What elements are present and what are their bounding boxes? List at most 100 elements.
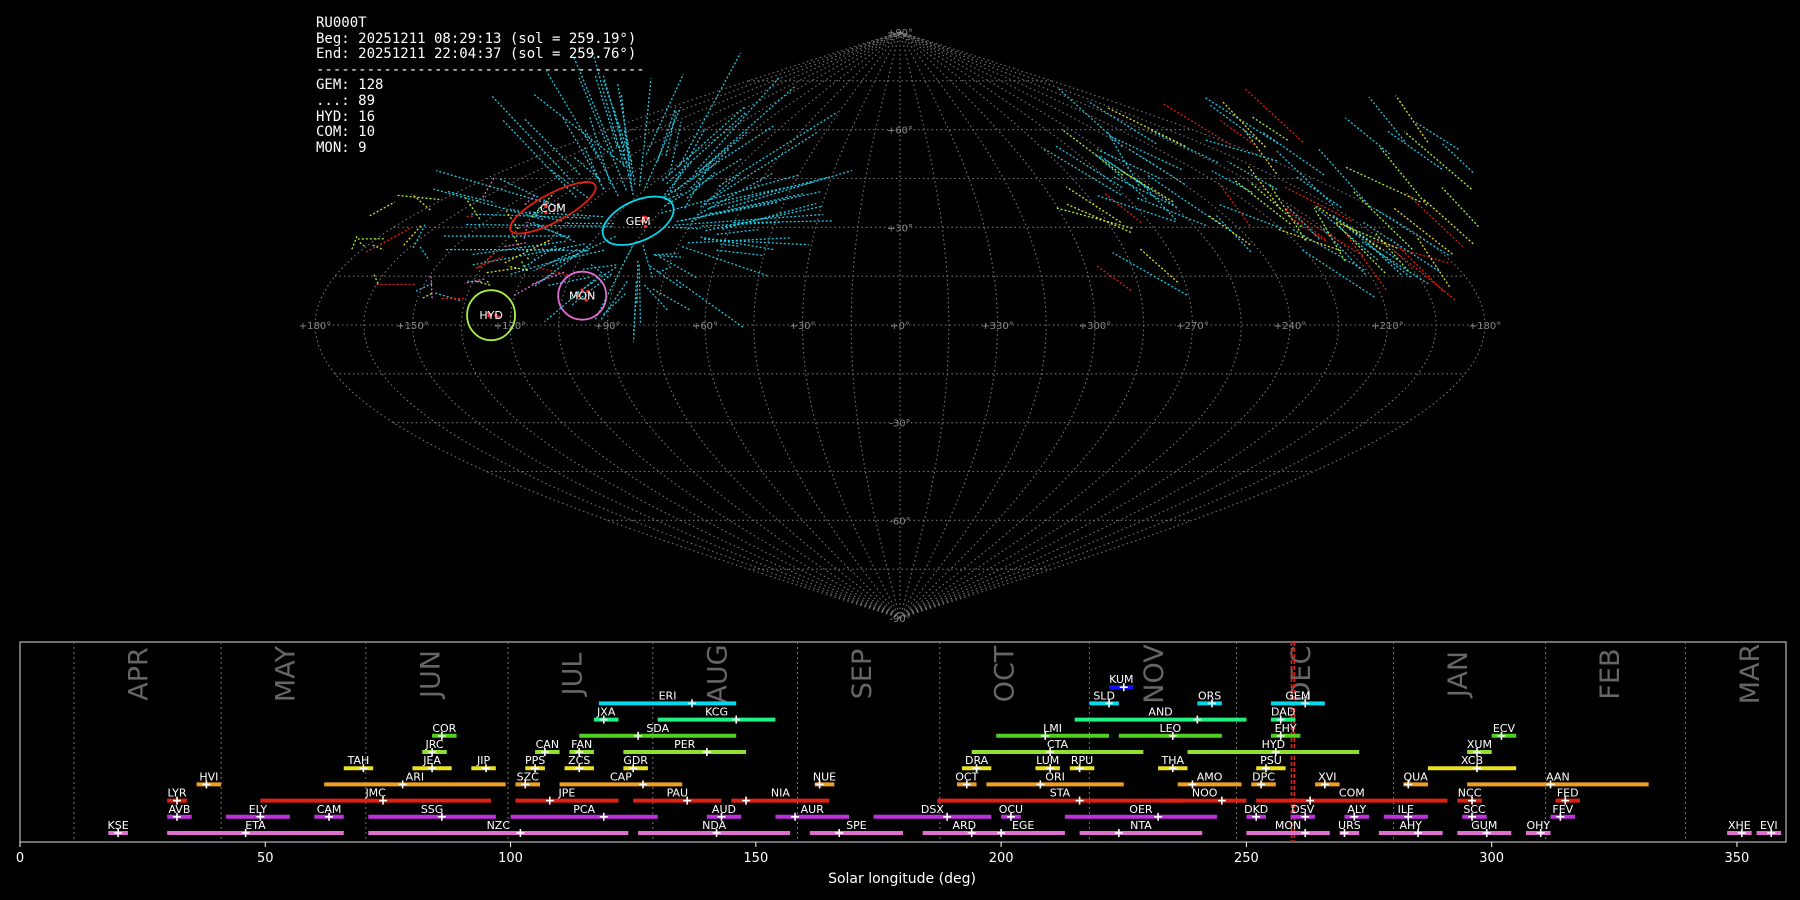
meteor-trail [1149,129,1219,164]
shower-urs: URS [1338,819,1361,837]
meteor-trail [1215,214,1252,253]
meteor-trail [659,256,697,279]
month-label: AUG [702,644,733,703]
meteor-trail [486,280,490,284]
meteor-trail [369,201,396,217]
month-label: JAN [1443,651,1474,699]
shower-dkd: DKD [1244,803,1268,821]
meteor-trail [709,131,819,201]
lon-tick-label: +240° [1274,321,1306,332]
shower-label: FAN [571,738,592,751]
shower-label: COM [1339,787,1365,800]
meteor-trail [1378,145,1428,206]
shower-label: DRA [965,754,989,767]
shower-label: RPU [1071,754,1093,767]
meteor-trail [1344,166,1421,203]
lon-tick-label: +270° [1176,321,1208,332]
meteor-trail [1291,228,1365,271]
meteor-trail [694,76,781,173]
meteor-trail [1204,96,1279,145]
meteor-trail [720,243,740,247]
meteor-trail [1106,131,1140,187]
x-tick-label: 150 [743,851,768,866]
month-label: JUN [415,650,446,700]
meteor-trail [365,227,412,253]
meteor-trail [397,194,442,201]
shower-label: OCT [955,770,978,783]
shower-ors: ORS [1197,689,1222,708]
meteor-trail [1109,135,1182,171]
shower-label: SSG [421,803,444,816]
meteor-trail [1295,175,1342,209]
lon-tick-label: +330° [981,321,1013,332]
meteor-trail [1061,128,1123,176]
meteor-trail [1055,207,1133,229]
meteor-trail [1221,100,1266,148]
meteor-trail [504,242,527,248]
meteor-trail [1361,241,1429,285]
shower-label: GDR [623,754,648,767]
shower-tah: TAH [343,754,374,773]
meteor-trail [359,241,365,247]
meteor-trail [411,193,431,211]
shower-evi: EVI [1756,819,1782,837]
shower-label: OCU [999,803,1023,816]
meteor-trail [1285,209,1326,241]
shower-label: DAD [1271,706,1295,719]
shower-label: CAN [536,738,559,751]
shower-label: PPS [525,754,545,767]
meteor-trail [699,84,797,171]
meteor-trail [1104,193,1142,224]
month-label: SEP [847,649,878,699]
lat-tick-label: +30° [887,223,913,234]
lat-tick-label: +90° [887,28,913,39]
shower-label: NZC [487,819,511,832]
meteor-trail [1096,265,1132,292]
meteor-trail [419,246,430,261]
shower-label: NOO [1192,787,1218,800]
shower-label: AMO [1197,770,1223,783]
shower-label: CTA [1047,738,1069,751]
meteor-trail [690,148,730,189]
shower-label: GUM [1471,819,1497,832]
meteor-trail [466,280,482,283]
lon-tick-label: +150° [396,321,428,332]
shower-label: AHY [1399,819,1422,832]
shower-label: EGE [1012,819,1034,832]
shower-label: CAP [610,770,632,783]
shower-label: OHY [1526,819,1550,832]
lon-tick-label: +300° [1079,321,1111,332]
meteor-trail [1245,88,1304,143]
shower-label: SDA [646,722,669,735]
shower-label: DKD [1244,803,1268,816]
x-axis: 0 50 100 150 200 250 300 350 Solar longitude (de… [16,842,1749,887]
shower-label: SZC [517,770,540,783]
shower-label: LEO [1159,722,1181,735]
meteor-trail [1112,252,1188,296]
meteor-trail [674,213,824,226]
meteor-trail [582,264,617,271]
meteor-trail [722,202,817,230]
shower-label: ARI [406,770,424,783]
radiant-label: MON [569,290,595,303]
shower-label: AUR [801,803,825,816]
shower-szc: SZC [515,770,540,789]
meteor-trail [520,259,527,271]
shower-nue: NUE [813,770,836,789]
meteor-trail [532,271,565,285]
shower-ohy: OHY [1526,819,1551,837]
x-tick-label: 100 [498,851,523,866]
shower-label: KUM [1109,673,1133,686]
shower-ecv: ECV [1491,722,1517,740]
lat-tick-label: -60° [889,516,910,527]
meteor-trail [1276,228,1342,252]
meteor-trail [657,265,673,273]
shower-qua: QUA [1403,770,1428,789]
meteor-trail [636,260,639,303]
lon-tick-label: +180° [299,321,331,332]
meteor-trail [1334,221,1386,274]
shower-label: PER [674,738,696,751]
shower-label: ELY [249,803,268,816]
month-label: MAY [271,645,302,702]
meteor-trail [1087,100,1157,145]
